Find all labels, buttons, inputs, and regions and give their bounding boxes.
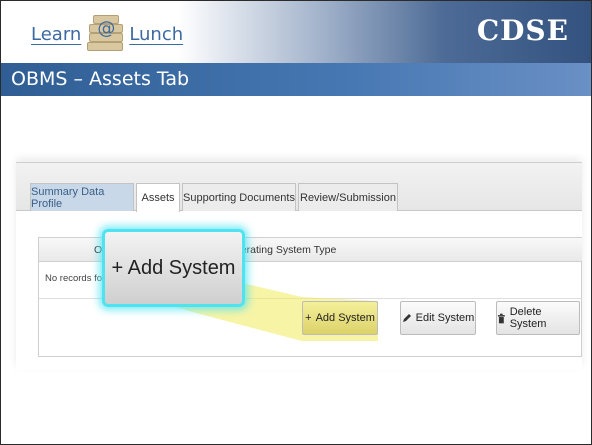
slide-title-bar: OBMS – Assets Tab — [1, 63, 591, 96]
logo-word-learn: Learn — [31, 23, 82, 45]
tab-review-submission[interactable]: Review/Submission — [298, 183, 398, 211]
tab-supporting-documents[interactable]: Supporting Documents — [182, 183, 296, 211]
column-header-os-type: perating System Type — [235, 244, 337, 256]
cdse-brand: CDSE — [476, 14, 569, 47]
edit-system-button[interactable]: Edit System — [400, 301, 476, 335]
edit-system-label: Edit System — [415, 312, 475, 324]
add-system-button[interactable]: + Add System — [302, 301, 378, 335]
slide-title: OBMS – Assets Tab — [11, 68, 190, 90]
delete-system-label: Delete System — [509, 306, 547, 330]
tab-summary-data-profile[interactable]: Summary Data Profile — [30, 183, 134, 211]
no-records-text: No records fou — [45, 273, 108, 284]
plus-icon: + — [305, 312, 312, 324]
logo-at-sign: @ — [97, 18, 116, 39]
obms-screenshot: Summary Data Profile Assets Supporting D… — [16, 162, 582, 370]
tab-strip: Summary Data Profile Assets Supporting D… — [16, 163, 582, 212]
callout-label: + Add System — [111, 256, 236, 279]
column-header-fragment: O — [94, 244, 103, 256]
pencil-icon — [402, 314, 411, 322]
add-system-callout: + Add System — [102, 229, 245, 307]
books-icon: @ — [85, 11, 125, 57]
delete-system-button[interactable]: Delete System — [496, 301, 580, 335]
trash-icon — [497, 313, 505, 323]
add-system-label: Add System — [315, 312, 375, 324]
tab-assets[interactable]: Assets — [136, 183, 180, 212]
learn-at-lunch-logo: Learn @ Lunch — [31, 11, 183, 57]
header-banner: Learn @ Lunch CDSE — [1, 1, 591, 63]
logo-word-lunch: Lunch — [129, 23, 184, 45]
